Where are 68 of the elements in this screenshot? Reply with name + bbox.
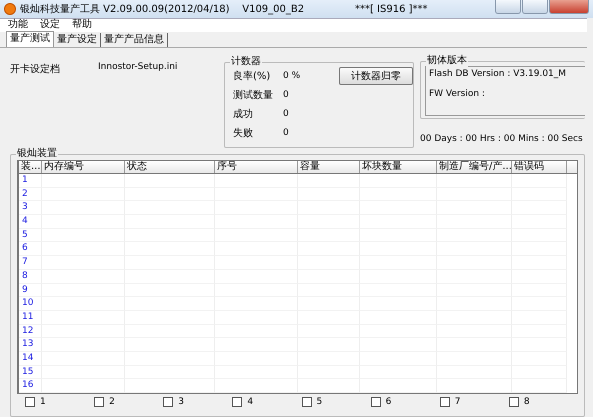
counter-label: 测试数量 bbox=[233, 88, 274, 102]
group-title: 韧体版本 bbox=[426, 55, 468, 67]
counter-value: 0 bbox=[283, 109, 290, 119]
group-title: 银灿装置 bbox=[16, 148, 58, 160]
column-header[interactable]: 状态 bbox=[125, 161, 215, 173]
table-cell bbox=[512, 379, 567, 393]
row-number: 8 bbox=[19, 270, 42, 284]
checkbox[interactable] bbox=[232, 397, 242, 407]
app-logo-icon bbox=[4, 3, 16, 15]
checkbox-label: 4 bbox=[247, 397, 254, 407]
row-number: 11 bbox=[19, 310, 42, 325]
checkbox-label: 2 bbox=[109, 397, 115, 407]
window-title: 银灿科技量产工具 V2.09.00.09(2012/04/18) V109_00_B2 ***[ IS916 ]*** bbox=[20, 2, 429, 16]
column-header[interactable]: 内存编号 bbox=[42, 161, 125, 173]
row-number: 14 bbox=[19, 352, 42, 366]
row-number: 13 bbox=[19, 338, 42, 352]
table-cell bbox=[512, 174, 567, 188]
checkbox[interactable] bbox=[25, 397, 35, 407]
tab[interactable]: 量产测试 bbox=[6, 31, 54, 47]
group-title: 计数器 bbox=[230, 56, 262, 68]
counter-value: 0 bbox=[283, 90, 290, 100]
checkbox-label: 1 bbox=[40, 397, 46, 407]
counter-value: 0 % bbox=[283, 71, 302, 81]
row-number: 7 bbox=[19, 256, 42, 270]
row-number: 15 bbox=[19, 366, 42, 380]
row-number: 10 bbox=[19, 297, 42, 311]
column-header[interactable]: 装... bbox=[19, 161, 42, 173]
table-cell bbox=[298, 174, 360, 188]
counter-label: 良率(%) bbox=[233, 70, 272, 83]
setting-value: Innostor-Setup.ini bbox=[98, 62, 178, 72]
elapsed-time: 00 Days : 00 Hrs : 00 Mins : 00 Secs bbox=[420, 134, 584, 144]
maximize-button[interactable] bbox=[522, 0, 548, 14]
column-header[interactable]: 坏块数量 bbox=[360, 161, 437, 173]
menu-item[interactable]: 帮助 bbox=[72, 19, 92, 31]
checkbox-label: 7 bbox=[454, 397, 460, 407]
firmware-line: Flash DB Version : V3.19.01_M bbox=[429, 69, 568, 81]
row-number: 2 bbox=[19, 188, 42, 202]
counter-label: 失败 bbox=[233, 126, 254, 140]
column-header[interactable]: 错误码 bbox=[512, 161, 567, 173]
minimize-button[interactable] bbox=[495, 0, 521, 14]
checkbox[interactable] bbox=[370, 397, 381, 407]
menu-item[interactable]: 设定 bbox=[40, 19, 60, 31]
counter-value: 0 bbox=[283, 128, 290, 138]
checkbox[interactable] bbox=[302, 397, 312, 407]
checkbox-label: 8 bbox=[524, 397, 530, 407]
row-number: 5 bbox=[19, 228, 42, 242]
checkbox[interactable] bbox=[163, 397, 174, 407]
menu-item[interactable]: 功能 bbox=[8, 19, 28, 31]
row-number: 12 bbox=[19, 324, 42, 338]
checkbox[interactable] bbox=[94, 397, 104, 407]
checkbox[interactable] bbox=[440, 397, 450, 407]
checkbox-label: 5 bbox=[316, 397, 322, 407]
checkbox-label: 6 bbox=[386, 397, 392, 407]
checkbox[interactable] bbox=[508, 397, 519, 407]
reset-counter-button[interactable]: 计数器归零 bbox=[339, 67, 413, 85]
row-number: 1 bbox=[19, 174, 42, 188]
row-number: 9 bbox=[19, 284, 42, 298]
row-number: 16 bbox=[19, 379, 42, 393]
checkbox-label: 3 bbox=[178, 397, 184, 407]
table-cell bbox=[298, 379, 360, 393]
row-number: 3 bbox=[19, 201, 42, 216]
row-number: 4 bbox=[19, 215, 42, 229]
setting-label: 开卡设定档 bbox=[9, 62, 61, 76]
counter-label: 成功 bbox=[233, 108, 254, 121]
row-number: 6 bbox=[19, 242, 42, 256]
tab[interactable]: 量产设定 bbox=[54, 33, 101, 47]
firmware-line: FW Version : bbox=[429, 89, 486, 101]
tab[interactable]: 量产产品信息 bbox=[101, 33, 168, 47]
